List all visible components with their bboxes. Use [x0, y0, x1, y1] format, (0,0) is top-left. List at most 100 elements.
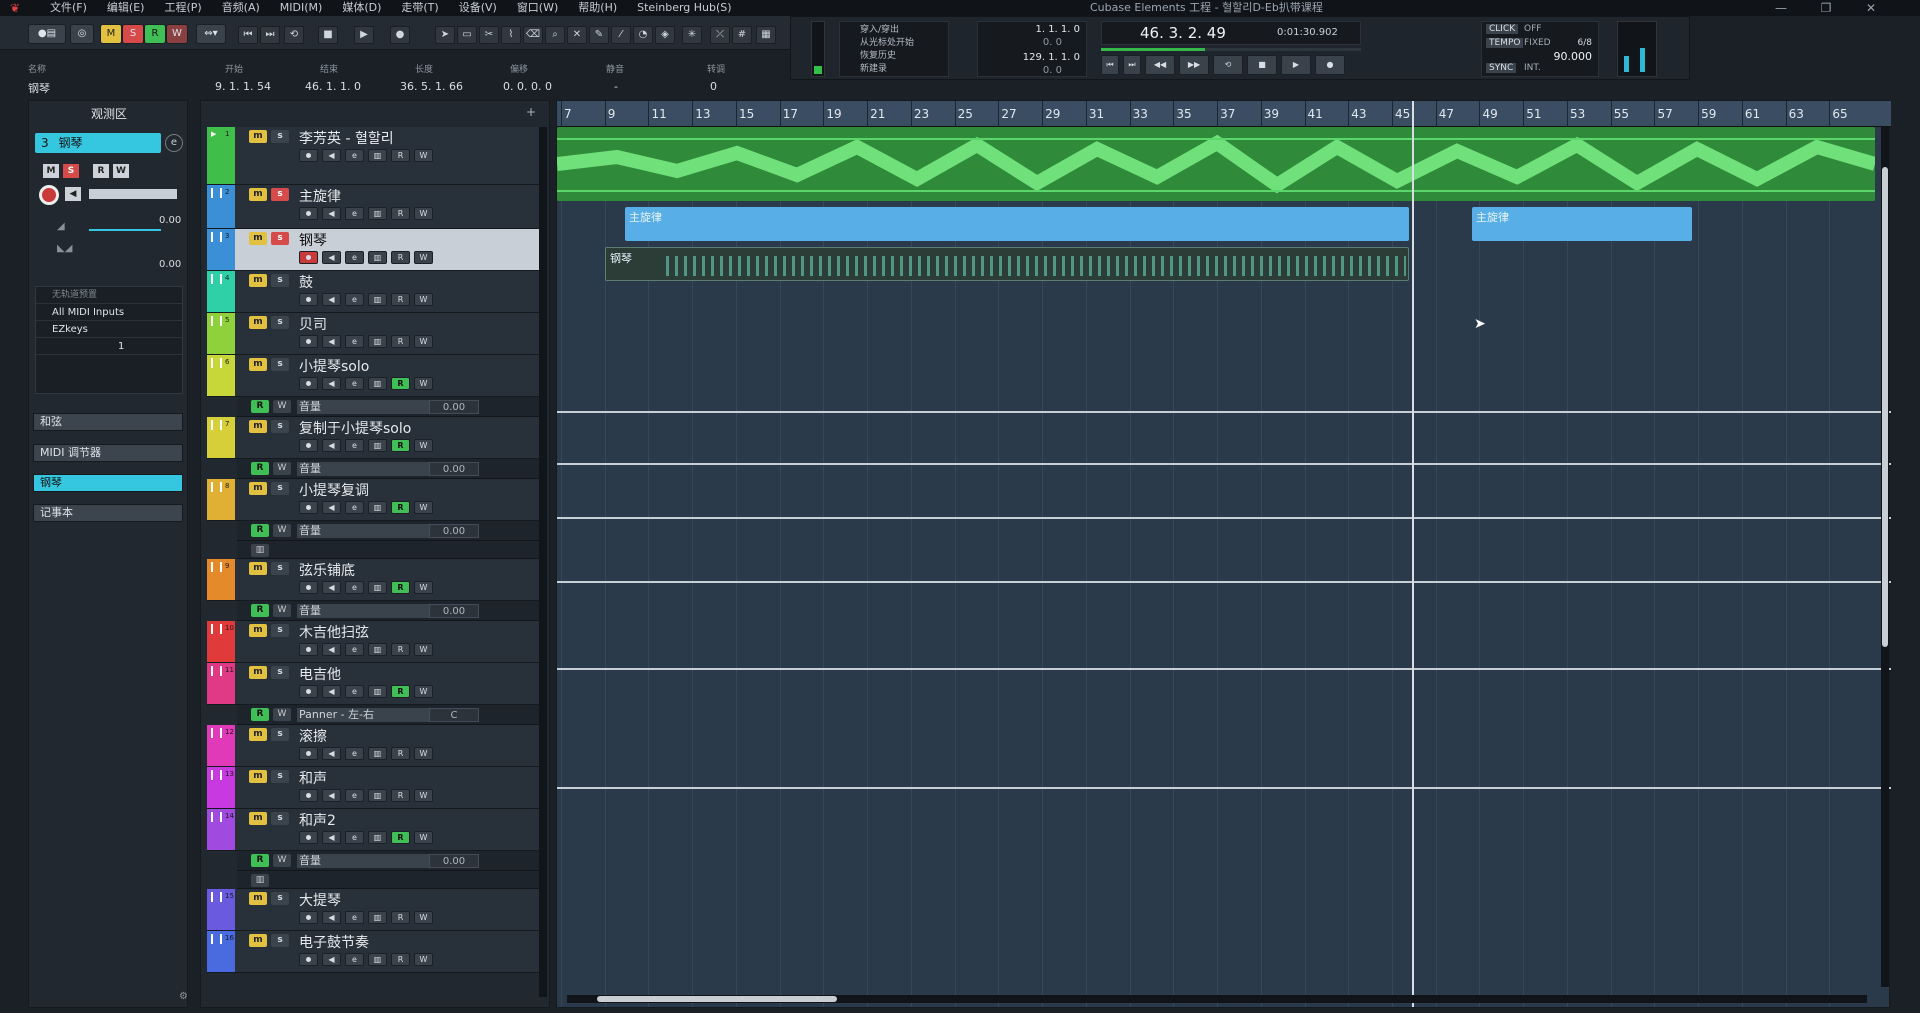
track-solo-button[interactable]: s	[271, 188, 289, 201]
monitor-button[interactable]: ◀	[322, 251, 341, 264]
fast-forward-icon[interactable]: ▶▶	[1179, 55, 1209, 75]
read-automation-button[interactable]: R	[391, 251, 410, 264]
edit-instrument-button[interactable]: e	[345, 747, 364, 760]
info-value-length[interactable]: 36. 5. 1. 66	[400, 80, 463, 93]
playhead-cursor[interactable]	[1412, 101, 1414, 1007]
edit-instrument-button[interactable]: e	[345, 643, 364, 656]
read-automation-button[interactable]: R	[391, 643, 410, 656]
lane-read-button[interactable]: R	[251, 400, 269, 413]
zoom-icon[interactable]: ⌕	[545, 26, 565, 44]
track-solo-button[interactable]: s	[271, 666, 289, 679]
lane-parameter[interactable]: Panner - 左-右	[297, 708, 429, 722]
write-automation-button[interactable]: W	[414, 251, 433, 264]
lane-parameter[interactable]: 音量	[297, 524, 429, 538]
track-solo-button[interactable]: s	[271, 482, 289, 495]
track-name[interactable]: 小提琴solo	[299, 356, 369, 376]
inspector-read-button[interactable]: R	[93, 164, 109, 178]
write-automation-button[interactable]: W	[414, 953, 433, 966]
write-automation-button[interactable]: W	[414, 293, 433, 306]
automation-lane[interactable]: R W Panner - 左-右 C	[237, 705, 547, 725]
time-position-value[interactable]: 0:01:30.902	[1277, 27, 1338, 38]
play-tool-icon[interactable]: ◔	[633, 26, 653, 44]
track-solo-button[interactable]: s	[271, 358, 289, 371]
track-mute-button[interactable]: m	[249, 482, 267, 495]
automation-lane[interactable]: R W 音量 0.00	[237, 851, 547, 871]
position-slider[interactable]	[1101, 48, 1361, 51]
automation-lane[interactable]: R W 音量 0.00	[237, 601, 547, 621]
channel-section[interactable]: 钢琴	[33, 474, 183, 492]
track-row[interactable]: 13 m s 和声 ◀ e ▥ R W	[207, 767, 547, 809]
inserts-button[interactable]: ▥	[368, 335, 387, 348]
monitor-button[interactable]: ◀	[322, 335, 341, 348]
menu-item-8[interactable]: 窗口(W)	[507, 0, 568, 16]
record-enable-button[interactable]	[299, 293, 318, 306]
read-automation-button[interactable]: R	[391, 501, 410, 514]
menu-item-4[interactable]: MIDI(M)	[270, 0, 333, 16]
lane-expand-icon[interactable]: ▥	[251, 544, 269, 557]
inserts-button[interactable]: ▥	[368, 581, 387, 594]
lane-write-button[interactable]: W	[273, 524, 291, 537]
read-automation-button[interactable]: R	[391, 911, 410, 924]
glue-icon[interactable]: ⌇	[501, 26, 521, 44]
monitor-button[interactable]: ◀	[322, 643, 341, 656]
draw-icon[interactable]: ✎	[589, 26, 609, 44]
track-name[interactable]: 复制于小提琴solo	[299, 418, 411, 438]
track-solo-button[interactable]: s	[271, 232, 289, 245]
track-row[interactable]: 3 m s 钢琴 ◀ e ▥ R W	[207, 229, 547, 271]
record-enable-button[interactable]	[299, 685, 318, 698]
lane-read-button[interactable]: R	[251, 462, 269, 475]
piano-part[interactable]: 钢琴	[605, 247, 1409, 281]
menu-item-1[interactable]: 编辑(E)	[97, 0, 155, 16]
track-name[interactable]: 滚擦	[299, 726, 327, 746]
monitor-button[interactable]: ◀	[322, 439, 341, 452]
track-mute-button[interactable]: m	[249, 770, 267, 783]
color-tool-icon[interactable]: ◈	[655, 26, 675, 44]
midi-input-field[interactable]: All MIDI Inputs	[36, 304, 182, 321]
midi-output-field[interactable]: EZkeys	[36, 321, 182, 338]
lane-parameter[interactable]: 音量	[297, 854, 429, 868]
monitor-button[interactable]: ◀	[322, 953, 341, 966]
track-row[interactable]: 6 m s 小提琴solo ◀ e ▥ R W	[207, 355, 547, 397]
inspector-slider[interactable]	[89, 189, 177, 199]
read-automation-button[interactable]: R	[391, 831, 410, 844]
record-enable-button[interactable]	[299, 251, 318, 264]
track-name[interactable]: 和声2	[299, 810, 336, 830]
write-automation-button[interactable]: W	[414, 685, 433, 698]
monitor-button[interactable]: ◀	[322, 207, 341, 220]
track-solo-button[interactable]: s	[271, 770, 289, 783]
track-name[interactable]: 小提琴复调	[299, 480, 369, 500]
lane-value[interactable]: 0.00	[429, 400, 479, 414]
automation-lane[interactable]: R W 音量 0.00	[237, 397, 547, 417]
automation-mode-button[interactable]: ⇔▾	[196, 24, 226, 44]
lane-parameter[interactable]: 音量	[297, 604, 429, 618]
play-icon[interactable]: ▶	[354, 26, 374, 44]
read-automation-button[interactable]: R	[391, 581, 410, 594]
inspector-record-button[interactable]	[39, 185, 59, 205]
track-mute-button[interactable]: m	[249, 562, 267, 575]
inserts-button[interactable]: ▥	[368, 685, 387, 698]
menu-item-5[interactable]: 媒体(D)	[332, 0, 391, 16]
track-mute-button[interactable]: m	[249, 130, 267, 143]
tempo-value[interactable]: 90.000	[1554, 50, 1593, 63]
tempo-label[interactable]: TEMPO	[1486, 38, 1524, 48]
read-all-button[interactable]: R	[144, 24, 166, 44]
read-automation-button[interactable]: R	[391, 953, 410, 966]
melody-part-2[interactable]: 主旋律	[1472, 207, 1692, 241]
track-row[interactable]: 11 m s 电吉他 ◀ e ▥ R W	[207, 663, 547, 705]
track-mute-button[interactable]: m	[249, 728, 267, 741]
track-row[interactable]: 10 m s 木吉他扫弦 ◀ e ▥ R W	[207, 621, 547, 663]
inspector-track-header[interactable]: 3 钢琴	[35, 133, 161, 153]
read-automation-button[interactable]: R	[391, 335, 410, 348]
track-solo-button[interactable]: s	[271, 130, 289, 143]
read-automation-button[interactable]: R	[391, 747, 410, 760]
info-value-end[interactable]: 46. 1. 1. 0	[305, 80, 361, 93]
lane-parameter[interactable]: 音量	[297, 462, 429, 476]
track-solo-button[interactable]: s	[271, 316, 289, 329]
lane-read-button[interactable]: R	[251, 524, 269, 537]
record-transport-icon[interactable]: ●	[1315, 55, 1345, 75]
edit-instrument-button[interactable]: e	[345, 911, 364, 924]
record-enable-button[interactable]	[299, 643, 318, 656]
track-name[interactable]: 鼓	[299, 272, 313, 292]
read-automation-button[interactable]: R	[391, 685, 410, 698]
write-automation-button[interactable]: W	[414, 439, 433, 452]
